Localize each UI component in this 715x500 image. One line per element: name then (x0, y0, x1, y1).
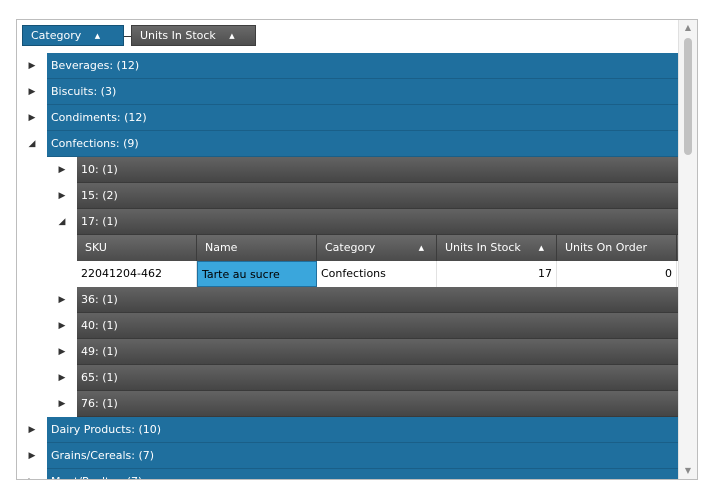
column-header-units-in-stock[interactable]: Units In Stock ▲ (437, 235, 557, 261)
column-header-label: Units On Order (565, 241, 648, 254)
column-header-name[interactable]: Name (197, 235, 317, 261)
subgroup-row-15[interactable]: ▶ 15: (2) (17, 183, 679, 209)
expand-arrow-icon[interactable]: ▶ (17, 79, 47, 105)
row-indent (17, 235, 77, 287)
sort-asc-icon: ▲ (538, 244, 544, 252)
subgroup-row-36[interactable]: ▶ 36: (1) (17, 287, 679, 313)
subgroup-row-label: 17: (1) (77, 209, 679, 235)
group-row-label: Condiments: (12) (47, 105, 679, 131)
group-row-grains-cereals[interactable]: ▶ Grains/Cereals: (7) (17, 443, 679, 469)
expand-arrow-icon[interactable]: ▶ (47, 391, 77, 417)
group-chip-label: Units In Stock (140, 29, 216, 42)
expand-arrow-icon[interactable]: ▶ (17, 53, 47, 79)
group-row-condiments[interactable]: ▶ Condiments: (12) (17, 105, 679, 131)
group-row-label: Biscuits: (3) (47, 79, 679, 105)
vertical-scrollbar[interactable]: ▲ ▼ (678, 20, 697, 479)
column-header-sku[interactable]: SKU (77, 235, 197, 261)
group-row-label: Grains/Cereals: (7) (47, 443, 679, 469)
column-header-category[interactable]: Category ▲ (317, 235, 437, 261)
row-indent (17, 339, 47, 365)
collapse-arrow-icon[interactable]: ◢ (47, 209, 77, 235)
sort-asc-icon: ▲ (94, 32, 101, 40)
grid-rows: ▶ Beverages: (12) ▶ Biscuits: (3) ▶ Cond… (17, 53, 679, 479)
scroll-down-arrow-icon[interactable]: ▼ (679, 463, 697, 479)
expand-arrow-icon[interactable]: ▶ (47, 183, 77, 209)
collapse-arrow-icon[interactable]: ◢ (17, 131, 47, 157)
cell-name-selected[interactable]: Tarte au sucre (197, 261, 317, 287)
column-header-label: SKU (85, 241, 107, 254)
group-chip-connector (124, 36, 131, 37)
column-header-row: SKU Name Category ▲ Units In Stock ▲ Uni… (77, 235, 679, 261)
group-row-label: Beverages: (12) (47, 53, 679, 79)
row-indent (17, 391, 47, 417)
row-indent (17, 183, 47, 209)
subgroup-row-76[interactable]: ▶ 76: (1) (17, 391, 679, 417)
sort-asc-icon: ▲ (418, 244, 424, 252)
scrollbar-thumb[interactable] (684, 38, 692, 155)
subgroup-row-label: 15: (2) (77, 183, 679, 209)
row-indent (17, 313, 47, 339)
scroll-up-arrow-icon[interactable]: ▲ (679, 20, 697, 36)
group-row-label: Meat/Poultry: (7) (47, 469, 679, 479)
row-indent (17, 287, 47, 313)
expand-arrow-icon[interactable]: ▶ (17, 105, 47, 131)
column-header-units-on-order[interactable]: Units On Order (557, 235, 677, 261)
expand-arrow-icon[interactable]: ▶ (47, 365, 77, 391)
subgroup-row-49[interactable]: ▶ 49: (1) (17, 339, 679, 365)
expand-arrow-icon[interactable]: ▶ (17, 469, 47, 479)
group-chip-category[interactable]: Category ▲ (22, 25, 124, 46)
group-row-dairy-products[interactable]: ▶ Dairy Products: (10) (17, 417, 679, 443)
expand-arrow-icon[interactable]: ▶ (47, 287, 77, 313)
sort-asc-icon: ▲ (229, 32, 235, 40)
expand-arrow-icon[interactable]: ▶ (47, 339, 77, 365)
group-panel: Category ▲ Units In Stock ▲ (17, 20, 679, 53)
group-chip-units-in-stock[interactable]: Units In Stock ▲ (131, 25, 256, 46)
subgroup-row-label: 36: (1) (77, 287, 679, 313)
subgroup-row-40[interactable]: ▶ 40: (1) (17, 313, 679, 339)
column-header-label: Category (325, 241, 376, 254)
expand-arrow-icon[interactable]: ▶ (47, 313, 77, 339)
cell-units-in-stock[interactable]: 17 (437, 261, 557, 287)
subgroup-row-label: 49: (1) (77, 339, 679, 365)
subgroup-row-label: 65: (1) (77, 365, 679, 391)
detail-table: SKU Name Category ▲ Units In Stock ▲ Uni… (17, 235, 679, 287)
subgroup-row-17[interactable]: ◢ 17: (1) (17, 209, 679, 235)
group-row-biscuits[interactable]: ▶ Biscuits: (3) (17, 79, 679, 105)
group-row-label: Confections: (9) (47, 131, 679, 157)
column-header-label: Units In Stock (445, 241, 521, 254)
table-row[interactable]: 22041204-462 Tarte au sucre Confections … (77, 261, 679, 287)
grid-view: Category ▲ Units In Stock ▲ ▶ Beverages:… (16, 19, 698, 480)
cell-units-on-order[interactable]: 0 (557, 261, 677, 287)
group-row-label: Dairy Products: (10) (47, 417, 679, 443)
expand-arrow-icon[interactable]: ▶ (47, 157, 77, 183)
group-row-meat-poultry[interactable]: ▶ Meat/Poultry: (7) (17, 469, 679, 479)
row-indent (17, 157, 47, 183)
expand-arrow-icon[interactable]: ▶ (17, 443, 47, 469)
subgroup-row-label: 76: (1) (77, 391, 679, 417)
cell-sku[interactable]: 22041204-462 (77, 261, 197, 287)
row-indent (17, 209, 47, 235)
row-indent (17, 365, 47, 391)
expand-arrow-icon[interactable]: ▶ (17, 417, 47, 443)
group-chip-label: Category (31, 29, 82, 42)
group-row-beverages[interactable]: ▶ Beverages: (12) (17, 53, 679, 79)
group-row-confections[interactable]: ◢ Confections: (9) (17, 131, 679, 157)
column-header-label: Name (205, 241, 238, 254)
subgroup-row-65[interactable]: ▶ 65: (1) (17, 365, 679, 391)
cell-category[interactable]: Confections (317, 261, 437, 287)
subgroup-row-label: 10: (1) (77, 157, 679, 183)
subgroup-row-10[interactable]: ▶ 10: (1) (17, 157, 679, 183)
subgroup-row-label: 40: (1) (77, 313, 679, 339)
